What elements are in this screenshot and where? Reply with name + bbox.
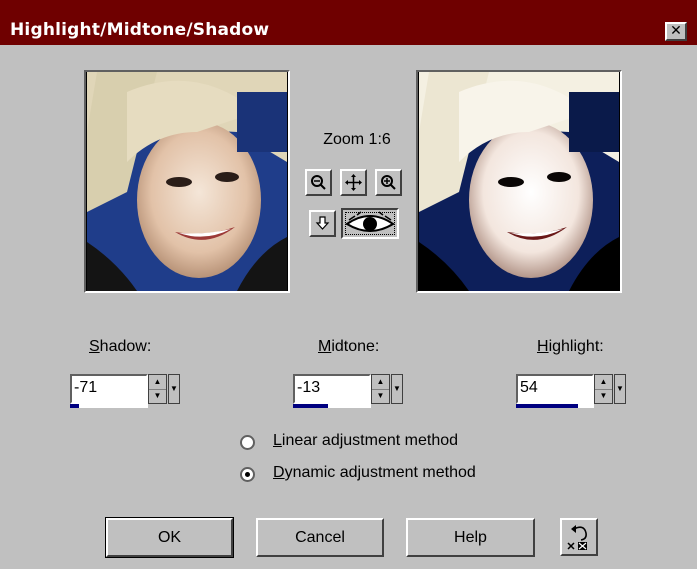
shadow-spinner: -71 ▲ ▼ ▼ (70, 374, 192, 408)
zoom-label: Zoom 1:6 (323, 131, 391, 148)
midtone-up-icon[interactable]: ▲ (372, 375, 389, 390)
highlight-down-icon[interactable]: ▼ (595, 389, 612, 403)
preview-toggle-button[interactable] (341, 208, 399, 239)
zoom-out-button[interactable] (305, 169, 332, 196)
ok-button[interactable]: OK (105, 517, 234, 558)
zoom-in-button[interactable] (375, 169, 402, 196)
close-icon: ✕ (670, 23, 682, 39)
shadow-stepper[interactable]: ▲ ▼ (148, 374, 167, 404)
highlight-stepper[interactable]: ▲ ▼ (594, 374, 613, 404)
highlight-level-track (516, 404, 594, 408)
locate-arrow-icon (315, 216, 330, 230)
undo-reset-icon (567, 525, 587, 550)
shadow-down-icon[interactable]: ▼ (149, 389, 166, 403)
highlight-level-bar (516, 404, 579, 408)
portrait-adjusted-image (419, 72, 619, 291)
shadow-label: Shadow: (89, 338, 152, 355)
pan-button[interactable] (340, 169, 367, 196)
midtone-down-icon[interactable]: ▼ (372, 389, 389, 403)
midtone-dropdown-button[interactable]: ▼ (391, 374, 403, 404)
after-preview[interactable] (416, 70, 622, 293)
hms-dialog: Highlight/Midtone/Shadow ✕ Zoom 1:6 Shad… (0, 0, 697, 569)
shadow-input[interactable]: -71 (70, 374, 148, 404)
highlight-dropdown-button[interactable]: ▼ (614, 374, 626, 404)
shadow-up-icon[interactable]: ▲ (149, 375, 166, 390)
cancel-button[interactable]: Cancel (256, 518, 384, 557)
highlight-input[interactable]: 54 (516, 374, 594, 404)
zoom-out-icon (311, 175, 326, 190)
before-preview[interactable] (84, 70, 290, 293)
highlight-spinner: 54 ▲ ▼ ▼ (516, 374, 638, 408)
close-button[interactable]: ✕ (665, 22, 687, 41)
portrait-original-image (87, 72, 287, 291)
highlight-up-icon[interactable]: ▲ (595, 375, 612, 390)
reset-button[interactable] (560, 518, 598, 556)
window-title: Highlight/Midtone/Shadow (10, 20, 270, 40)
midtone-label: Midtone: (318, 338, 380, 355)
help-button[interactable]: Help (406, 518, 535, 557)
midtone-level-bar (293, 404, 329, 408)
midtone-level-track (293, 404, 371, 408)
radio-selected-dot (245, 472, 250, 477)
title-bar[interactable]: Highlight/Midtone/Shadow ✕ (0, 0, 697, 45)
locate-button[interactable] (309, 210, 336, 237)
midtone-stepper[interactable]: ▲ ▼ (371, 374, 390, 404)
move-icon (345, 174, 362, 191)
midtone-spinner: -13 ▲ ▼ ▼ (293, 374, 415, 408)
dynamic-method-label[interactable]: Dynamic adjustment method (273, 464, 476, 482)
linear-method-radio[interactable] (240, 435, 255, 450)
highlight-label: Highlight: (537, 338, 604, 355)
shadow-dropdown-button[interactable]: ▼ (168, 374, 180, 404)
shadow-level-bar (70, 404, 80, 408)
zoom-in-icon (381, 175, 396, 190)
shadow-level-track (70, 404, 148, 408)
dynamic-method-radio[interactable] (240, 467, 255, 482)
eye-icon (345, 211, 395, 232)
linear-method-label[interactable]: Linear adjustment method (273, 432, 458, 450)
midtone-input[interactable]: -13 (293, 374, 371, 404)
